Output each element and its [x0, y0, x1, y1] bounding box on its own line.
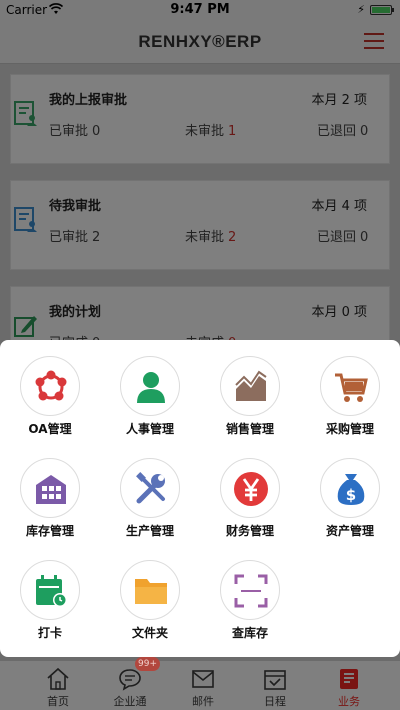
yuan-icon	[234, 472, 268, 506]
tab-schedule[interactable]: 日程	[235, 661, 315, 710]
function-production[interactable]: 生产管理	[100, 442, 200, 542]
tab-label: 企业通	[113, 695, 147, 708]
tools-icon	[136, 472, 165, 504]
function-oa[interactable]: OA管理	[0, 340, 100, 440]
function-label: 生产管理	[125, 524, 174, 538]
tab-label: 日程	[264, 695, 286, 708]
home-icon	[47, 667, 69, 690]
tab-business[interactable]: 业务	[309, 661, 389, 710]
money-bag-icon: $	[337, 474, 365, 505]
function-label: 销售管理	[225, 422, 274, 436]
function-sales[interactable]: 销售管理	[200, 340, 300, 440]
function-finance[interactable]: 财务管理	[200, 442, 300, 542]
business-function-panel: OA管理 人事管理 销售管理 采购管理 库存管理 生产管理 财务管理 $ 资产管…	[0, 340, 400, 657]
function-hr[interactable]: 人事管理	[100, 340, 200, 440]
sales-chart-icon	[235, 370, 267, 401]
tab-label: 首页	[47, 695, 69, 708]
unread-badge: 99+	[135, 657, 160, 671]
business-icon	[340, 669, 358, 689]
function-label: 人事管理	[125, 422, 174, 436]
calendar-clock-icon	[36, 575, 67, 607]
function-label: 库存管理	[25, 524, 74, 538]
shopping-cart-icon	[335, 373, 368, 402]
function-label: 资产管理	[325, 524, 374, 538]
chat-icon	[119, 669, 141, 691]
calendar-check-icon	[264, 670, 286, 690]
function-label: 查库存	[231, 626, 268, 640]
tab-bar: 首页 99+ 企业通 邮件 日程 业务	[0, 657, 400, 710]
function-check-stock[interactable]: 查库存	[200, 544, 300, 644]
function-label: 打卡	[37, 626, 62, 640]
tab-home[interactable]: 首页	[18, 661, 98, 710]
function-label: 文件夹	[131, 626, 168, 640]
person-icon	[137, 372, 165, 403]
function-inventory[interactable]: 库存管理	[0, 442, 100, 542]
function-clock-in[interactable]: 打卡	[0, 544, 100, 644]
scan-icon	[234, 574, 268, 608]
oa-network-icon	[35, 370, 67, 401]
warehouse-icon	[36, 475, 66, 504]
tab-enterprise-chat[interactable]: 99+ 企业通	[90, 657, 170, 710]
tab-label: 业务	[338, 695, 360, 708]
function-label: 采购管理	[325, 422, 374, 436]
mail-icon	[192, 670, 214, 688]
folder-icon	[135, 579, 167, 604]
svg-text:$: $	[346, 486, 356, 504]
function-label: 财务管理	[225, 524, 274, 538]
tab-mail[interactable]: 邮件	[163, 661, 243, 710]
tab-label: 邮件	[192, 695, 214, 708]
function-folder[interactable]: 文件夹	[100, 544, 200, 644]
function-assets[interactable]: $ 资产管理	[300, 442, 400, 542]
function-label: OA管理	[28, 422, 72, 436]
function-purchase[interactable]: 采购管理	[300, 340, 400, 440]
